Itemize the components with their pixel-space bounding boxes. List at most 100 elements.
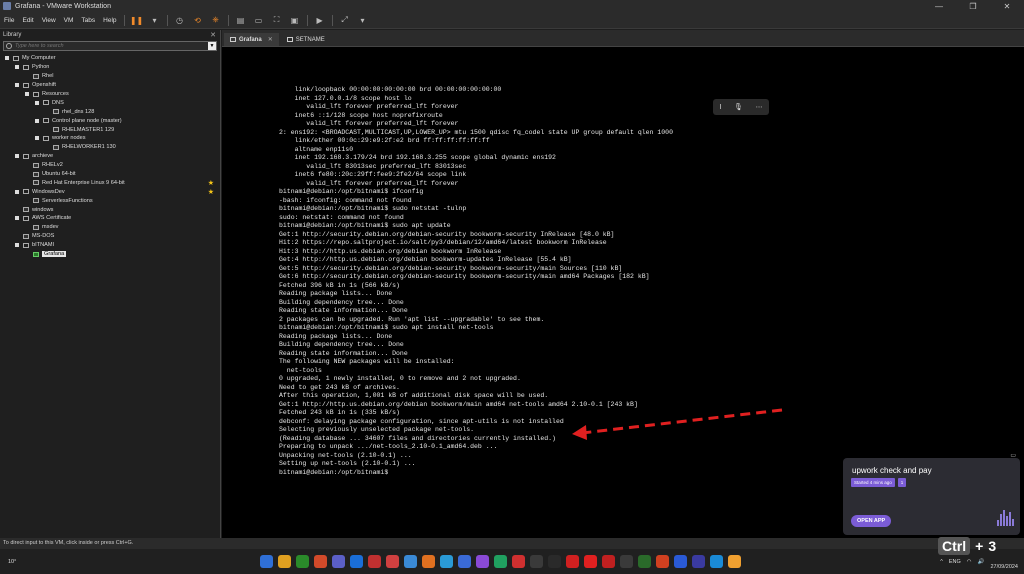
taskbar-app-icon[interactable] [439,555,453,568]
expand-toggle-icon[interactable] [15,83,19,88]
library-item[interactable]: Rhel [0,72,220,81]
cursor-icon[interactable]: I [719,104,721,111]
expand-toggle-icon[interactable] [35,100,39,105]
tab-grafana[interactable]: Grafana ✕ [224,33,279,46]
taskbar-app-icon[interactable] [349,555,363,568]
taskbar-app-icon[interactable] [403,555,417,568]
taskbar-app-icon[interactable] [331,555,345,568]
menu-view[interactable]: View [38,17,60,24]
taskbar-app-icon[interactable] [547,555,561,568]
library-item[interactable]: Grafana [0,250,220,259]
snapshot-manager-icon[interactable]: ⎈ [210,15,222,26]
library-item[interactable]: Resources [0,90,220,99]
library-view-icon[interactable]: ▤ [235,15,247,26]
menu-tabs[interactable]: Tabs [77,17,99,24]
more-icon[interactable]: ⋯ [756,103,763,111]
library-item[interactable]: MS-DOS [0,232,220,241]
taskbar-app-icon[interactable] [691,555,705,568]
taskbar-app-icon[interactable] [565,555,579,568]
menu-edit[interactable]: Edit [18,17,37,24]
thumbnail-view-icon[interactable]: ▭ [253,15,265,26]
taskbar-app-icon[interactable] [421,555,435,568]
power-dropdown-icon[interactable]: ▾ [149,15,161,26]
library-close-icon[interactable]: ✕ [210,31,216,39]
notification-card[interactable]: ▭ upwork check and pay Started 4 mins ag… [843,453,1020,535]
clock-date[interactable]: 27/09/2024 [990,564,1018,570]
library-item[interactable]: ServerlessFunctions [0,196,220,205]
taskbar-app-icon[interactable] [493,555,507,568]
favorite-star-icon[interactable]: ★ [208,179,214,187]
search-dropdown-icon[interactable]: ▼ [208,42,216,50]
taskbar-app-icon[interactable] [655,555,669,568]
expand-toggle-icon[interactable] [15,243,19,248]
console-view-icon[interactable]: ▶ [314,15,326,26]
taskbar-app-icon[interactable] [637,555,651,568]
restore-icon[interactable]: ❐ [956,2,990,11]
library-item[interactable]: RHELWORKER1 130 [0,143,220,152]
microphone-icon[interactable]: 🎙 [734,103,743,111]
library-search-input[interactable] [15,43,208,49]
expand-toggle-icon[interactable] [5,56,9,61]
expand-toggle-icon[interactable] [15,189,19,194]
chevron-up-icon[interactable]: ^ [940,559,943,565]
open-app-button[interactable]: OPEN APP [851,515,892,527]
expand-toggle-icon[interactable] [35,118,39,123]
library-item[interactable]: msdev [0,223,220,232]
library-item[interactable]: AWS Certificate [0,214,220,223]
taskbar-app-icon[interactable] [457,555,471,568]
taskbar-app-icon[interactable] [259,555,273,568]
taskbar-app-icon[interactable] [529,555,543,568]
revert-snapshot-icon[interactable]: ⟲ [192,15,204,26]
wifi-icon[interactable]: ◠ [967,559,972,565]
stretch-guest-icon[interactable]: ⤢ [339,15,351,26]
library-item[interactable]: worker nodes [0,134,220,143]
menu-help[interactable]: Help [99,17,120,24]
taskbar-app-icon[interactable] [619,555,633,568]
library-item[interactable]: windows [0,205,220,214]
library-item[interactable]: My Computer [0,54,220,63]
minimize-icon[interactable]: — [922,2,956,11]
menu-file[interactable]: File [0,17,18,24]
library-item[interactable]: WindowsDev ★ [0,187,220,196]
taskbar-app-icon[interactable] [277,555,291,568]
library-item[interactable]: rhel_dns 128 [0,107,220,116]
favorite-star-icon[interactable]: ★ [208,188,214,196]
library-item[interactable]: Python [0,63,220,72]
close-icon[interactable]: ✕ [990,2,1024,11]
weather-widget[interactable]: 10° [0,559,60,565]
library-item[interactable]: Openshift [0,81,220,90]
expand-toggle-icon[interactable] [25,92,29,96]
taskbar-app-icon[interactable] [727,555,741,568]
taskbar-app-icon[interactable] [511,555,525,568]
library-item[interactable]: RHELMASTER1 129 [0,125,220,134]
library-item[interactable]: DNS [0,98,220,107]
taskbar-app-icon[interactable] [313,555,327,568]
library-item[interactable]: archieve [0,152,220,161]
taskbar-app-icon[interactable] [367,555,381,568]
tab-close-icon[interactable]: ✕ [268,36,273,43]
unity-icon[interactable]: ▣ [289,15,301,26]
library-item[interactable]: Red Hat Enterprise Linux 9 64-bit ★ [0,178,220,187]
taskbar-app-icon[interactable] [385,555,399,568]
taskbar-app-icon[interactable] [583,555,597,568]
library-item[interactable]: Control plane node (master) [0,116,220,125]
library-item[interactable]: Ubuntu 64-bit [0,170,220,179]
expand-toggle-icon[interactable] [35,136,39,141]
expand-toggle-icon[interactable] [15,216,19,221]
expand-toggle-icon[interactable] [15,154,19,159]
library-item[interactable]: bITNAMI [0,241,220,250]
snapshot-icon[interactable]: ◷ [174,15,186,26]
taskbar-app-icon[interactable] [601,555,615,568]
taskbar-app-icon[interactable] [295,555,309,568]
notification-close-icon[interactable]: ▭ [1010,452,1016,459]
volume-icon[interactable]: 🔊 [978,559,985,565]
pause-icon[interactable]: ❚❚ [130,15,143,26]
tab-setname[interactable]: SETNAME [281,33,331,46]
expand-toggle-icon[interactable] [15,65,19,70]
taskbar-app-icon[interactable] [673,555,687,568]
taskbar-app-icon[interactable] [709,555,723,568]
full-screen-icon[interactable]: ⛶ [271,15,283,26]
library-item[interactable]: RHELv2 [0,161,220,170]
taskbar-app-icon[interactable] [475,555,489,568]
stretch-dropdown-icon[interactable]: ▾ [357,15,369,26]
